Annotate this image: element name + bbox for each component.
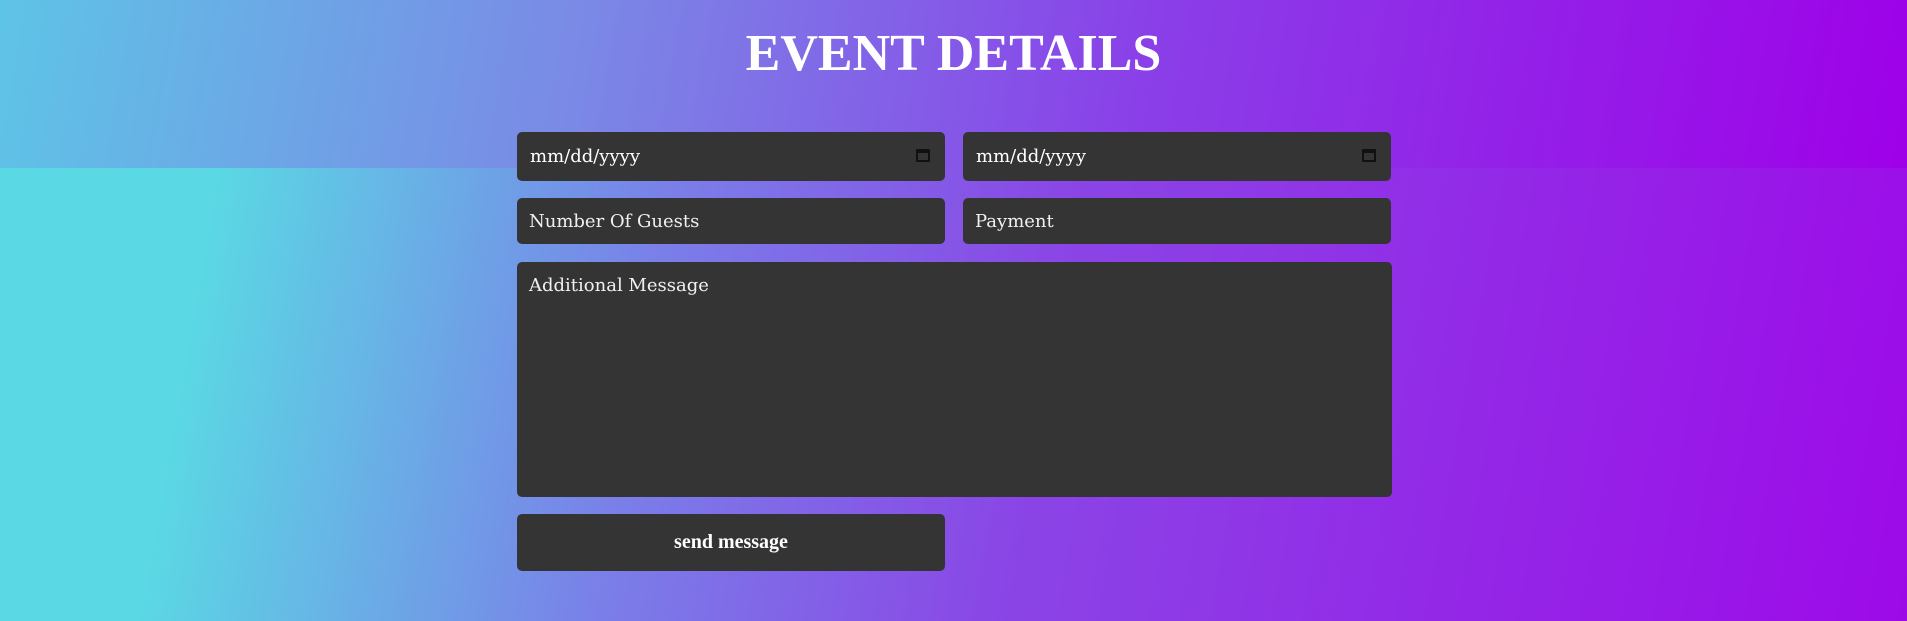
calendar-icon[interactable] [1362,149,1376,162]
end-date-value: mm/dd/yyyy [976,146,1086,167]
page-title: EVENT DETAILS [745,25,1162,82]
payment-input[interactable]: Payment [963,198,1391,244]
start-date-value: mm/dd/yyyy [530,146,640,167]
message-placeholder: Additional Message [529,275,709,296]
calendar-icon[interactable] [916,149,930,162]
payment-placeholder: Payment [975,211,1054,232]
message-textarea[interactable]: Additional Message [517,262,1392,497]
end-date-input[interactable]: mm/dd/yyyy [963,132,1391,181]
start-date-input[interactable]: mm/dd/yyyy [517,132,945,181]
guests-placeholder: Number Of Guests [529,211,700,232]
send-message-button[interactable]: send message [517,514,945,571]
guests-input[interactable]: Number Of Guests [517,198,945,244]
